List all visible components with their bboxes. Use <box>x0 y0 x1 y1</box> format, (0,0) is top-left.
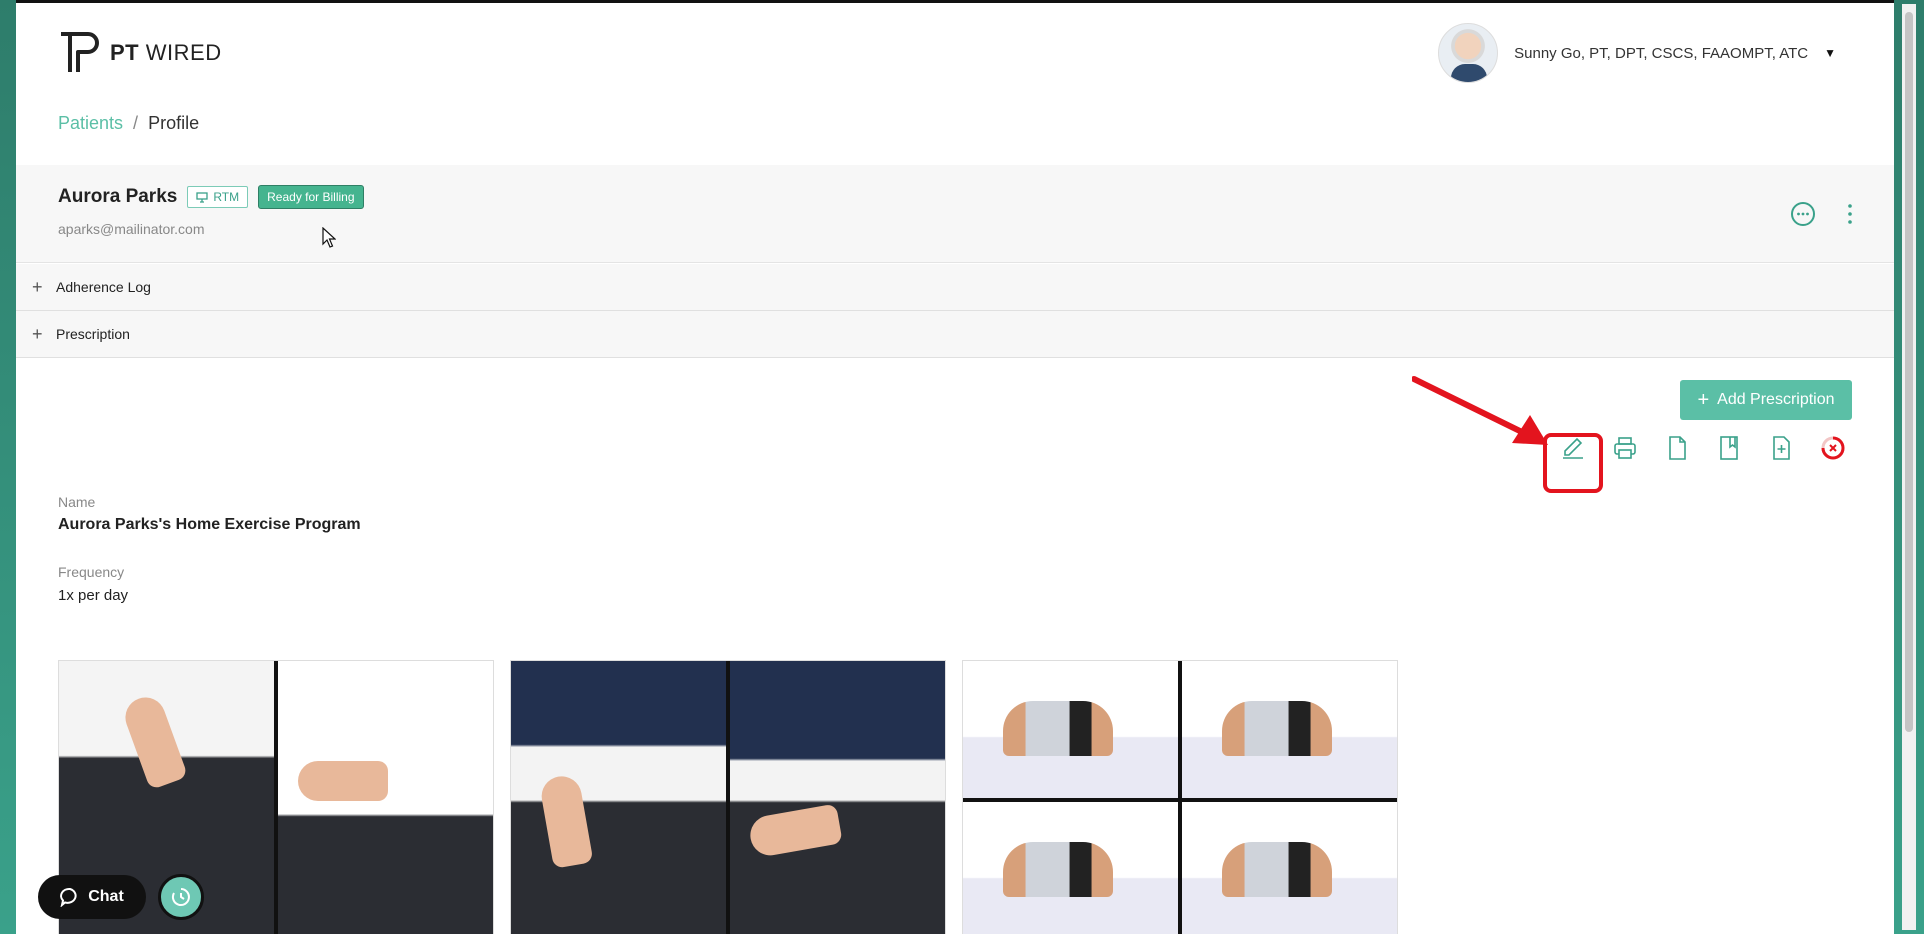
program-name: Aurora Parks's Home Exercise Program <box>58 516 361 533</box>
exercise-card[interactable] <box>510 660 946 934</box>
patient-name-row: Aurora Parks RTM Ready for Billing <box>58 185 364 209</box>
user-name: Sunny Go, PT, DPT, CSCS, FAAOMPT, ATC <box>1514 44 1809 62</box>
frequency-label: Frequency <box>58 564 125 580</box>
person-figure <box>1222 842 1332 897</box>
accordion-adherence-log[interactable]: + Adherence Log <box>16 264 1894 311</box>
user-menu[interactable]: Sunny Go, PT, DPT, CSCS, FAAOMPT, ATC ▼ <box>1438 23 1836 83</box>
scrollbar-thumb[interactable] <box>1905 12 1913 732</box>
accordion-label: Prescription <box>56 326 130 342</box>
brand-logo[interactable]: PT WIRED <box>58 31 222 75</box>
prescription-toolbar <box>1546 433 1848 463</box>
brand-name-bold: PT <box>110 40 140 65</box>
more-options-icon[interactable] <box>1846 203 1854 225</box>
frequency-value: 1x per day <box>58 587 129 604</box>
print-icon[interactable] <box>1610 433 1640 463</box>
chat-button[interactable]: Chat <box>38 875 146 919</box>
avatar <box>1438 23 1499 83</box>
breadcrumb-current: Profile <box>148 113 200 133</box>
patient-name: Aurora Parks <box>58 186 178 207</box>
rtm-badge: RTM <box>187 186 249 208</box>
hand-image <box>298 761 388 801</box>
person-figure <box>1003 842 1113 897</box>
patient-actions <box>1790 201 1854 227</box>
exercise-image <box>963 802 1178 934</box>
bookmark-icon[interactable] <box>1714 433 1744 463</box>
delete-progress-icon[interactable] <box>1818 433 1848 463</box>
chat-label: Chat <box>88 888 124 905</box>
exercise-image <box>730 661 945 934</box>
add-prescription-label: Add Prescription <box>1717 391 1835 408</box>
plus-icon: + <box>1697 389 1710 411</box>
exercise-image <box>963 661 1178 798</box>
pt-logo-icon <box>61 32 99 72</box>
add-file-icon[interactable] <box>1766 433 1796 463</box>
expand-icon[interactable]: + <box>32 324 44 345</box>
clock-icon <box>171 888 190 906</box>
brand-name: PT WIRED <box>110 40 222 66</box>
accordion-label: Adherence Log <box>56 279 151 295</box>
breadcrumb-patients-link[interactable]: Patients <box>58 113 123 134</box>
app-frame: PT WIRED Sunny Go, PT, DPT, CSCS, FAAOMP… <box>16 0 1894 934</box>
exercise-cards <box>58 660 1398 934</box>
hand-image <box>747 803 843 859</box>
breadcrumb: Patients / Profile <box>58 113 199 134</box>
add-prescription-button[interactable]: + Add Prescription <box>1680 380 1852 420</box>
message-icon[interactable] <box>1790 201 1816 227</box>
edit-icon[interactable] <box>1558 433 1588 463</box>
accordion-prescription[interactable]: + Prescription <box>16 311 1894 358</box>
patient-header: Aurora Parks RTM Ready for Billing apark… <box>16 165 1894 263</box>
hand-image <box>538 773 594 869</box>
document-icon[interactable] <box>1662 433 1692 463</box>
mouse-cursor-icon <box>322 227 336 248</box>
brand-name-light: WIRED <box>145 40 222 65</box>
exercise-image <box>1182 661 1397 798</box>
exercise-image <box>1182 802 1397 934</box>
monitor-icon <box>196 191 208 203</box>
expand-icon[interactable]: + <box>32 277 44 298</box>
red-arrow-annotation <box>1412 376 1548 445</box>
rtm-badge-label: RTM <box>213 190 240 204</box>
status-badge: Ready for Billing <box>258 185 364 209</box>
chat-bubble-icon <box>60 887 77 907</box>
exercise-image <box>511 661 726 934</box>
history-widget-button[interactable] <box>158 874 204 920</box>
hand-image <box>119 691 189 791</box>
person-figure <box>1003 701 1113 756</box>
exercise-image-grid <box>963 661 1397 934</box>
person-figure <box>1222 701 1332 756</box>
exercise-card[interactable] <box>962 660 1398 934</box>
window-left-edge <box>0 0 16 934</box>
caret-down-icon[interactable]: ▼ <box>1824 46 1836 60</box>
breadcrumb-separator: / <box>133 113 139 133</box>
patient-email: aparks@mailinator.com <box>58 221 205 237</box>
name-label: Name <box>58 494 96 510</box>
scrollbar[interactable] <box>1902 4 1916 930</box>
exercise-image <box>278 661 493 934</box>
window-right-edge <box>1894 0 1924 934</box>
